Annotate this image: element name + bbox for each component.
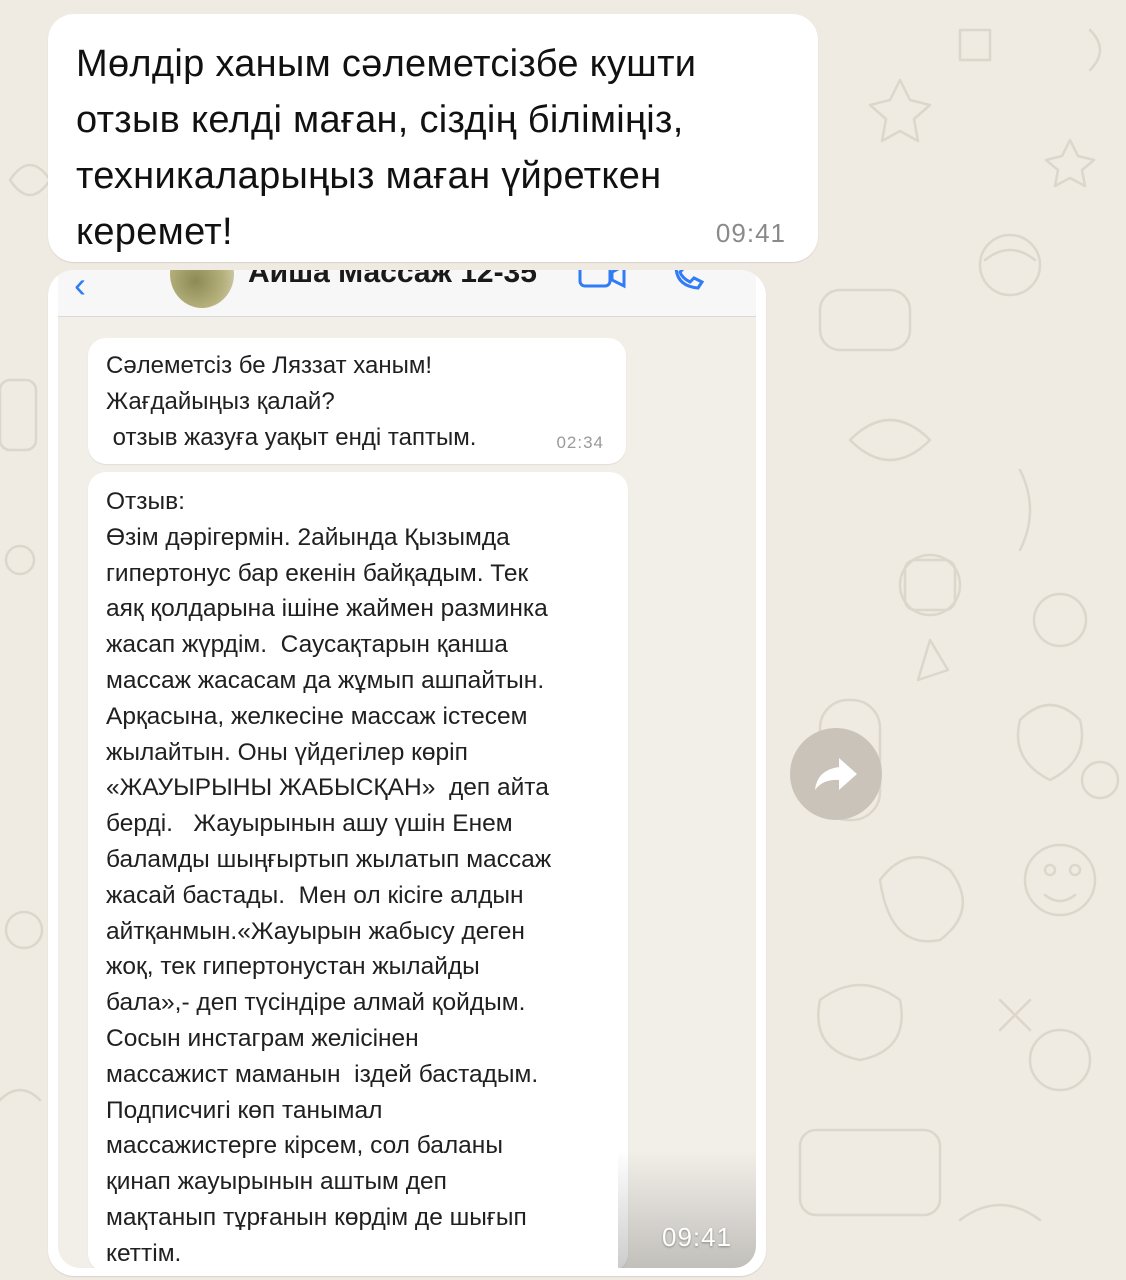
text-line: қинап жауырынын аштым деп [106,1168,447,1196]
text-line: Подписчигі көп танымал [106,1096,383,1124]
text-line: жасап жүрдім. Саусақтарын қанша [106,631,508,659]
avatar [170,270,234,308]
text-line: массажистерге кірсем, сол баланы [106,1132,503,1160]
contact-name: Айша Массаж 12-35 [248,270,537,289]
text-line: аяқ қолдарына ішіне жаймен разминка [106,595,548,623]
text-line: жасай бастады. Мен ол кісіге алдын [106,881,524,909]
text-line: массаж жасасам да жұмып ашпайтын. [106,666,545,694]
text-line: Сосын инстаграм желісінен [106,1024,419,1052]
message-timestamp: 09:41 [715,218,786,248]
text-line: массажист маманын іздей бастадым. [106,1060,539,1088]
message-line: отзыв келді маған, сіздің біліміңіз, [76,99,684,141]
message-text: Мөлдір ханым сәлеметсізбе кушти отзыв ке… [76,36,796,260]
text-line: айтқанмын.«Жауырын жабысу деген [106,917,525,945]
text-line: отзыв жазуға уақыт енді таптым. [106,424,477,451]
text-line: жылайтын. Оны үйдегілер көріп [106,738,468,766]
text-line: гипертонус бар екенін байқадым. Тек [106,559,529,587]
image-message-bubble[interactable]: ‹ Айша Массаж 12-35 Сәлеметсіз бе Ляззат… [48,270,766,1276]
image-message-timestamp: 09:41 [662,1222,733,1252]
text-line: Сәлеметсіз бе Ляззат ханым! [106,352,433,379]
text-line: Жағдайыңыз қалай? [106,388,335,415]
text-line: Отзыв: [106,488,185,515]
message-line: керемет! [76,211,233,253]
forward-share-icon [815,758,857,790]
text-line: бала»,- деп түсіндіре алмай қойдым. [106,989,526,1017]
text-line: берді. Жауырынын ашу үшін Енем [106,810,513,838]
text-line: Өзім дәрігермін. 2айында Қызымда [106,523,510,551]
screenshot-review-bubble: Отзыв: Өзім дәрігермін. 2айында Қызымда … [88,472,628,1268]
text-line: Арқасына, желкесіне массаж істесем [106,702,528,730]
message-line: техникаларыңыз маған үйреткен [76,155,662,197]
screenshot-message-timestamp: 02:34 [556,433,604,452]
text-line: «ЖАУЫРЫНЫ ЖАБЫСҚАН» деп айта [106,774,549,802]
message-line: Мөлдір ханым сәлеметсізбе кушти [76,43,697,85]
text-line: баламды шыңғыртып жылатып массаж [106,845,552,873]
screenshot-message-text: Сәлеметсіз бе Ляззат ханым! Жағдайыңыз қ… [106,348,476,456]
text-line: жоқ, тек гипертонустан жылайды [106,953,480,981]
screenshot-message-bubble: Сәлеметсіз бе Ляззат ханым! Жағдайыңыз қ… [88,338,626,464]
attached-screenshot[interactable]: ‹ Айша Массаж 12-35 Сәлеметсіз бе Ляззат… [58,270,756,1268]
video-camera-icon [578,270,626,289]
chevron-left-icon: ‹ [74,270,86,305]
text-line: кеттім. [106,1239,182,1267]
phone-icon [674,270,705,290]
screenshot-chat-header: ‹ Айша Массаж 12-35 [58,270,756,317]
text-line: мақтанып тұрғанын көрдім де шығып [106,1203,527,1231]
forward-button[interactable] [790,728,882,820]
review-text: Отзыв: Өзім дәрігермін. 2айында Қызымда … [106,484,551,1268]
incoming-message-bubble[interactable]: Мөлдір ханым сәлеметсізбе кушти отзыв ке… [48,14,818,262]
